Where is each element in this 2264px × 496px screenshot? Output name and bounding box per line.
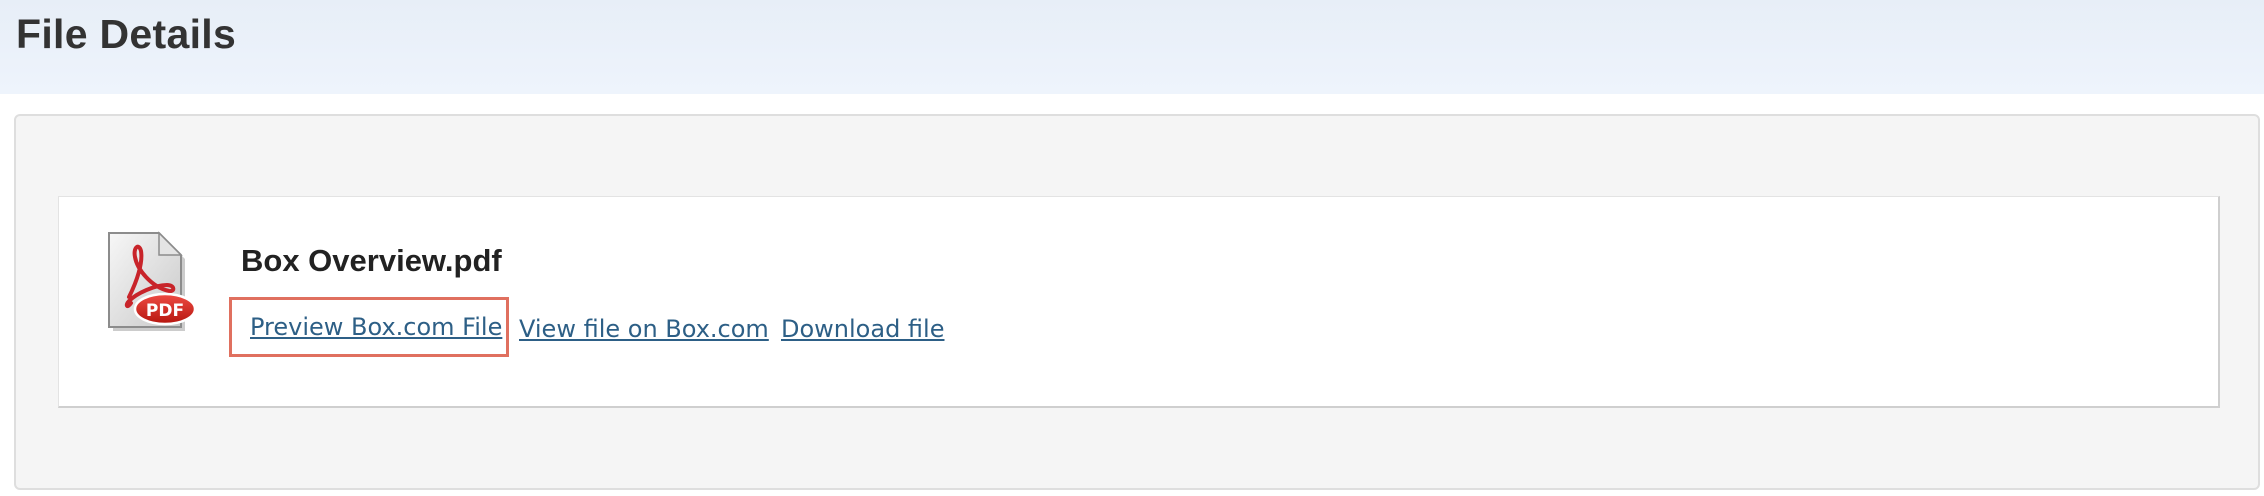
view-on-box-link[interactable]: View file on Box.com <box>519 297 769 361</box>
download-file-link[interactable]: Download file <box>781 297 944 361</box>
preview-file-link[interactable]: Preview Box.com File <box>229 297 509 357</box>
file-details-panel: PDF Box Overview.pdf Preview Box.com Fil… <box>14 114 2260 490</box>
file-card: PDF Box Overview.pdf Preview Box.com Fil… <box>58 196 2220 408</box>
file-name: Box Overview.pdf <box>241 243 502 278</box>
page-header: File Details <box>0 0 2264 94</box>
page-title: File Details <box>16 11 237 57</box>
pdf-file-icon: PDF <box>99 229 199 337</box>
pdf-badge-label: PDF <box>146 301 184 321</box>
